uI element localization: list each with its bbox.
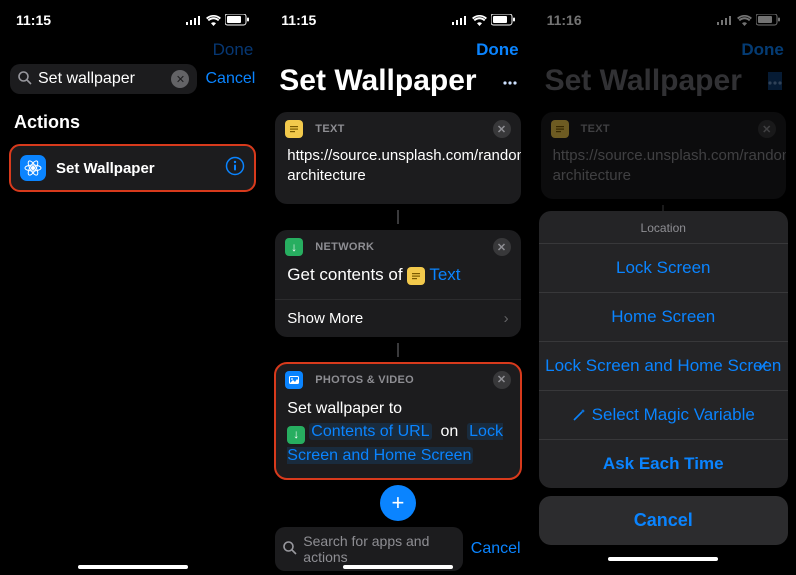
photos-block-header: PHOTOS & VIDEO [315,374,484,386]
chevron-right-icon: › [504,310,509,327]
set-wallpaper-prefix: Set wallpaper to [287,400,402,417]
wifi-icon [206,15,221,26]
done-button[interactable]: Done [741,40,784,60]
check-icon: ✓ [756,356,769,376]
toolbar [265,571,530,575]
network-block[interactable]: ↓ NETWORK ✕ Get contents of Text Show Mo… [275,230,520,337]
photos-block-body: Set wallpaper to ↓Contents of URL on Loc… [275,393,520,479]
status-bar: 11:16 [531,0,796,36]
battery-icon [225,14,249,26]
sheet-item-lock-screen[interactable]: Lock Screen [539,243,788,292]
wand-icon [572,408,586,422]
status-indicators [716,14,780,26]
status-indicators [451,14,515,26]
battery-icon [491,14,515,26]
sheet-cancel-button[interactable]: Cancel [539,496,788,545]
photos-video-block[interactable]: PHOTOS & VIDEO ✕ Set wallpaper to ↓Conte… [275,363,520,479]
network-block-header: NETWORK [315,241,484,253]
connector-line [265,210,530,224]
show-more-label: Show More [287,310,363,327]
cellular-icon [451,15,468,25]
phone-3: 11:16 Done Set Wallpaper TEXT ✕ https://… [531,0,796,575]
done-button[interactable]: Done [476,40,519,60]
atom-icon [24,159,42,177]
text-token-icon [407,267,425,285]
action-result-set-wallpaper[interactable]: Set Wallpaper [10,145,255,191]
text-icon [551,120,569,138]
action-app-icon [20,155,46,181]
text-icon [285,120,303,138]
info-icon[interactable] [225,156,245,181]
action-result-label: Set Wallpaper [56,160,155,177]
ellipsis-icon[interactable] [768,72,782,90]
status-indicators [185,14,249,26]
wifi-icon [737,15,752,26]
text-block[interactable]: TEXT ✕ https://source.unsplash.com/rando… [275,112,520,204]
sheet-item-magic-variable[interactable]: Select Magic Variable [539,390,788,439]
close-icon[interactable]: ✕ [493,371,511,389]
home-indicator[interactable] [78,565,188,569]
done-button[interactable]: Done [213,40,254,60]
status-time: 11:15 [16,12,51,28]
sheet-title: Location [539,211,788,243]
download-icon: ↓ [285,238,303,256]
cellular-icon [716,15,733,25]
phone-2: 11:15 Done Set Wallpaper TEXT ✕ https://… [265,0,530,575]
status-time: 11:16 [547,12,582,28]
text-token[interactable]: Text [429,265,460,284]
phone-1: 11:15 Done Set wallpaper ✕ Cancel Action… [0,0,265,575]
set-wallpaper-middle: on [440,423,458,440]
show-more-row[interactable]: Show More › [275,299,520,337]
text-block: TEXT ✕ https://source.unsplash.com/rando… [541,112,786,199]
page-title: Set Wallpaper [545,64,742,98]
top-nav: Done [531,36,796,64]
photos-icon [285,371,303,389]
search-row: Set wallpaper ✕ Cancel [0,64,265,102]
search-field[interactable]: Set wallpaper ✕ [10,64,197,94]
top-nav: Done [265,36,530,64]
search-icon [18,71,32,88]
status-bar: 11:15 [0,0,265,36]
home-indicator[interactable] [343,565,453,569]
search-input-value: Set wallpaper [38,70,135,88]
cancel-button[interactable]: Cancel [205,70,255,88]
text-block-header: TEXT [315,123,484,135]
action-sheet: Location Lock Screen Home Screen Lock Sc… [531,211,796,575]
close-icon[interactable]: ✕ [493,120,511,138]
close-icon[interactable]: ✕ [493,238,511,256]
search-placeholder: Search for apps and actions [303,533,454,565]
connector-line [265,343,530,357]
top-nav: Done [0,36,265,64]
ellipsis-icon[interactable] [503,72,517,90]
close-icon: ✕ [758,120,776,138]
status-time: 11:15 [281,12,316,28]
clear-icon[interactable]: ✕ [171,70,189,88]
home-indicator[interactable] [608,557,718,561]
network-block-body: Get contents of Text [275,260,520,299]
sheet-item-lock-and-home[interactable]: Lock Screen and Home Screen✓ [539,341,788,390]
action-sheet-group: Location Lock Screen Home Screen Lock Sc… [539,211,788,488]
search-icon [283,541,297,558]
battery-icon [756,14,780,26]
sheet-item-home-screen[interactable]: Home Screen [539,292,788,341]
add-action-button[interactable]: + [380,485,416,521]
wifi-icon [472,15,487,26]
text-block-body: https://source.unsplash.com/random/1242x… [541,142,786,199]
network-line-prefix: Get contents of [287,265,407,284]
page-title: Set Wallpaper [279,64,476,98]
contents-of-url-token[interactable]: Contents of URL [309,423,431,440]
text-block-body[interactable]: https://source.unsplash.com/random/1242x… [275,142,520,204]
cancel-button[interactable]: Cancel [471,540,521,558]
status-bar: 11:15 [265,0,530,36]
section-actions-label: Actions [0,102,265,139]
sheet-item-ask-each-time[interactable]: Ask Each Time [539,439,788,488]
cellular-icon [185,15,202,25]
download-token-icon: ↓ [287,426,305,444]
text-block-header: TEXT [581,123,750,135]
